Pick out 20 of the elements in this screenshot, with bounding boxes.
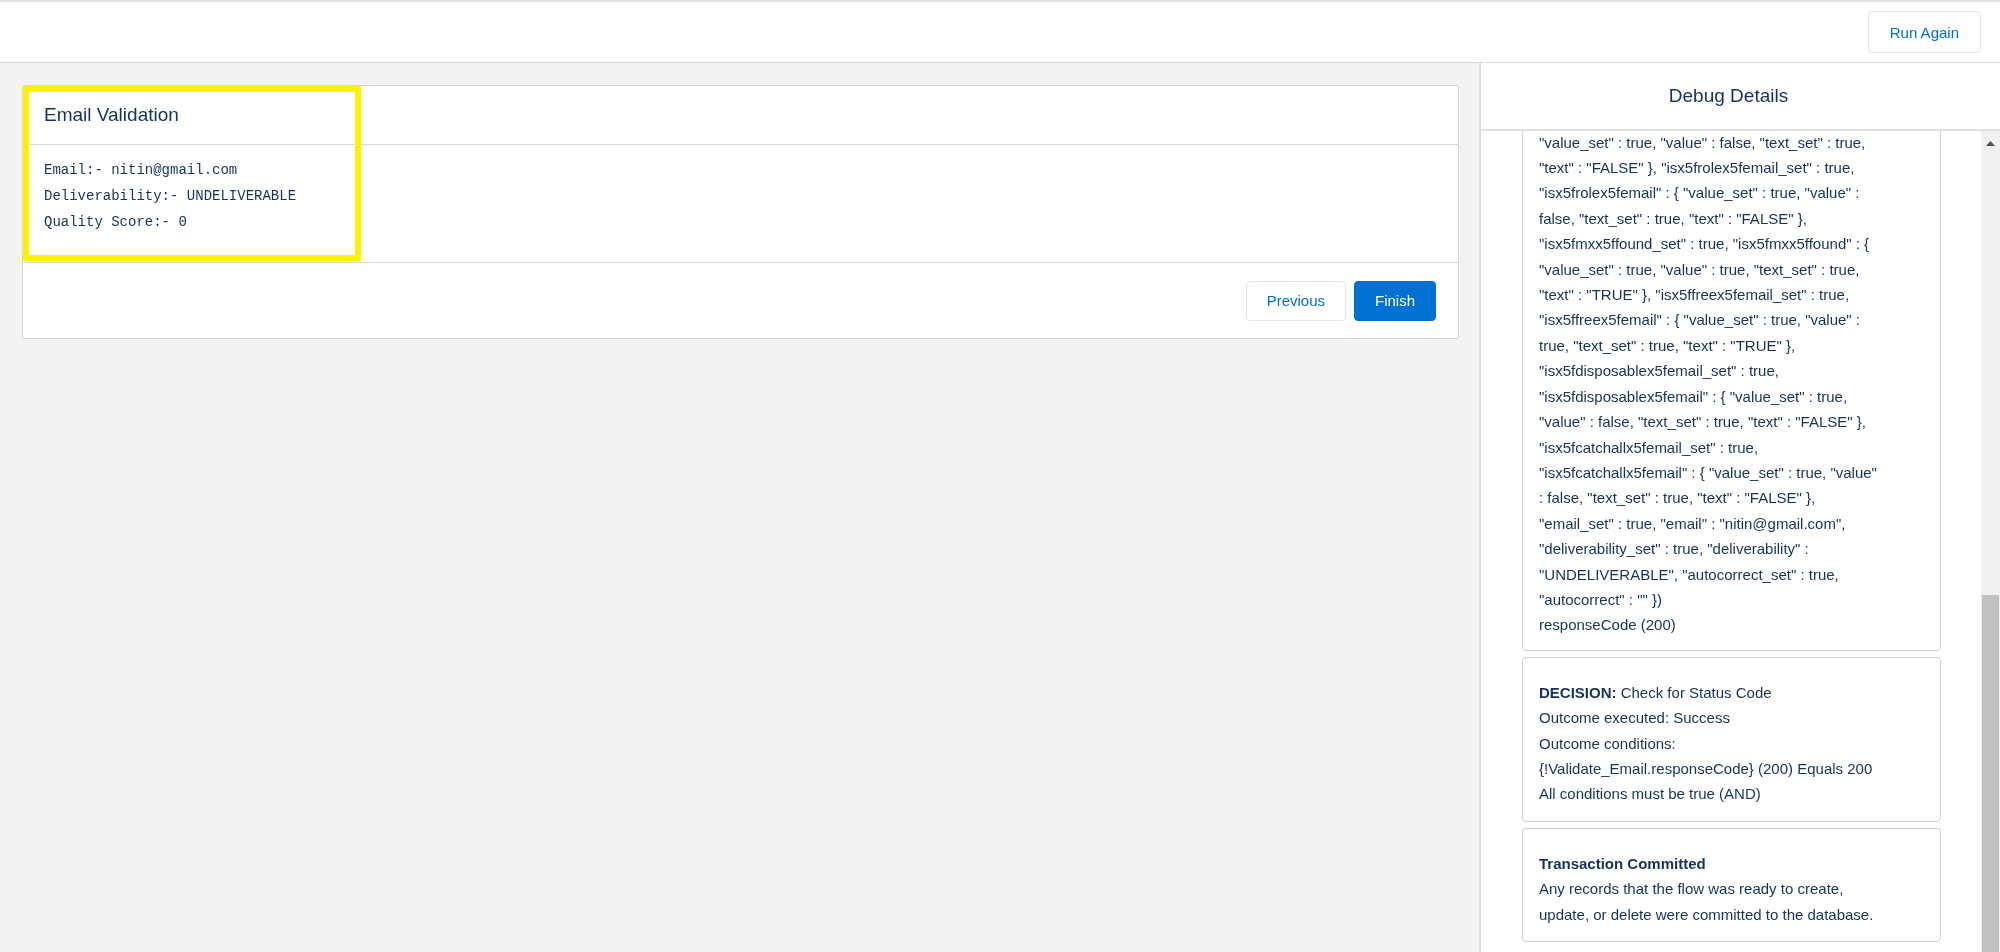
scrollbar[interactable] — [1981, 131, 2000, 952]
response-text: "value_set" : true, "value" : false, "text_set" : true, "text" : "FALSE" }, "isx5frolex5femail_set" : true, "isx5frolex5femail" : { "value_set" : true, "value" : false, "text_set" : true, "text" : "FALSE" }, "isx5fmxx5ffound_set" : true, "isx5fmxx5ffound" : { "value_set" : true, "value" : true, "text_set" : true, "text" : "TRUE" }, "isx5ffreex5femail_set" : true, "isx5ffreex5femail" : { "value_set" : true, "value" : true, "text_set" : true, "text" : "TRUE" }, "isx5fdisposablex5femail_set" : true, "isx5fdisposablex5femail" : { "value_set" : true, "value" : false, "text_set" : true, "text" : "FALSE" }, "isx5fcatchallx5femail_set" : true, "isx5fcatchallx5femail" : { "value_set" : true, "value" : false, "text_set" : true, "text" : "FALSE" }, "email_set" : true, "email" : "nitin@gmail.com", "deliverability_set" : true, "deliverability" : "UNDELIVERABLE", "autocorrect_set" : true, "autocorrect" : "" }) — [1539, 132, 1878, 610]
output-line: Email:- nitin@gmail.com — [44, 161, 239, 180]
decision-line: All conditions must be true (AND) — [1539, 784, 1762, 805]
decision-line: Outcome conditions: — [1539, 733, 1677, 754]
scroll-up-icon[interactable] — [1986, 141, 1995, 146]
output-line: Deliverability:- UNDELIVERABLE — [44, 187, 298, 206]
entry-description: Any records that the flow was ready to create, update, or delete were committed to the database. — [1539, 879, 1875, 925]
finish-button[interactable]: Finish — [1354, 280, 1436, 321]
output-line: Quality Score:- 0 — [44, 213, 188, 232]
screen-title: Email Validation — [44, 104, 179, 126]
entry-heading: Transaction Committed — [1539, 853, 1707, 874]
scrollbar-thumb[interactable] — [1982, 595, 1999, 952]
decision-line: Outcome executed: Success — [1539, 708, 1731, 729]
run-again-button[interactable]: Run Again — [1867, 11, 1981, 53]
decision-heading: DECISION: Check for Status Code — [1539, 682, 1773, 703]
previous-button[interactable]: Previous — [1245, 280, 1346, 321]
response-code: responseCode (200) — [1539, 615, 1677, 636]
panel-title: Debug Details — [1668, 85, 1790, 107]
decision-line: {!Validate_Email.responseCode} (200) Equals 200 — [1539, 758, 1874, 779]
